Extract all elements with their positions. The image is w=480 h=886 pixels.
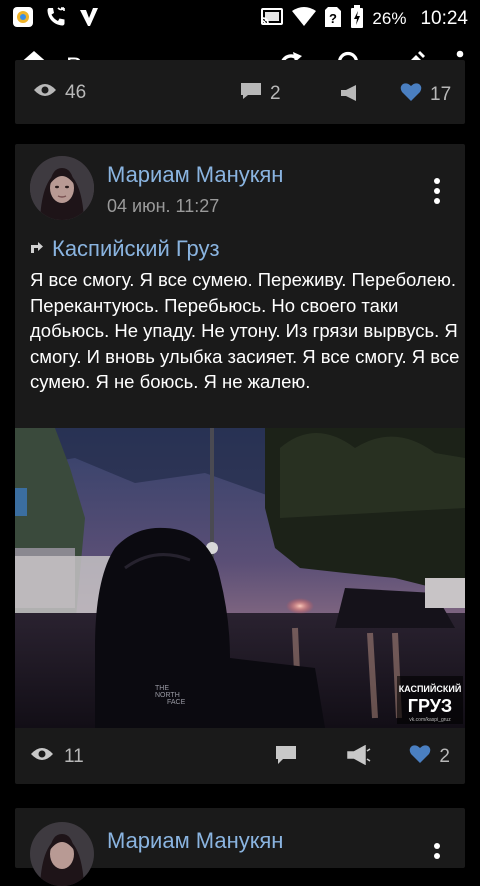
notification-icon <box>78 6 100 33</box>
comment-icon[interactable] <box>275 745 297 770</box>
jacket-brand-line3: FACE <box>167 699 186 706</box>
author-name[interactable]: Мариам Манукян <box>107 162 283 188</box>
watermark-url: vk.com/kaspi_gruz <box>409 717 451 723</box>
like-icon[interactable] <box>400 82 422 108</box>
cast-icon <box>260 7 284 32</box>
clock: 10:24 <box>420 8 468 29</box>
post-stats: 11 2 <box>30 742 450 772</box>
post-date: 04 июн. 11:27 <box>107 196 220 216</box>
post-menu-icon[interactable] <box>433 177 441 210</box>
no-sim-icon: ? <box>324 6 342 33</box>
views-icon <box>33 82 57 104</box>
watermark-line2: ГРУЗ <box>408 696 452 716</box>
jacket-brand-line1: THE <box>155 685 169 692</box>
battery-percent: 26% <box>372 9 407 28</box>
watermark-line1: КАСПИЙСКИЙ <box>399 683 462 694</box>
views-count: 11 <box>64 746 84 767</box>
post-text: Я все смогу. Я все сумею. Переживу. Пере… <box>30 269 460 392</box>
status-bar: ? 26% 10:24 <box>0 0 480 38</box>
browser-icon <box>12 6 34 33</box>
post-card: Мариам Манукян 04 июн. 11:27 Каспийский … <box>15 144 465 784</box>
repost-source[interactable]: Каспийский Груз <box>30 236 220 262</box>
views-count: 46 <box>65 82 87 103</box>
jacket-brand-line2: NORTH <box>155 692 180 699</box>
wifi-icon <box>292 6 317 32</box>
repost-icon <box>30 240 44 259</box>
avatar[interactable] <box>30 822 94 886</box>
likes-count: 2 <box>439 746 450 767</box>
missed-call-icon <box>44 5 68 34</box>
battery-icon <box>350 4 364 34</box>
like-icon[interactable] <box>409 744 431 770</box>
previous-post-card: 46 2 17 <box>15 60 465 124</box>
watermark-logo: КАСПИЙСКИЙ ГРУЗ vk.com/kaspi_gruz <box>397 676 463 724</box>
svg-text:?: ? <box>329 11 337 26</box>
share-icon[interactable] <box>340 84 362 107</box>
comment-icon[interactable] <box>240 82 262 106</box>
post-photo[interactable]: THE NORTH FACE КАСПИЙСКИЙ ГРУЗ vk.com/ka… <box>15 428 465 728</box>
post-menu-icon[interactable] <box>433 842 441 875</box>
likes-count: 17 <box>430 84 452 105</box>
next-post-card: Мариам Манукян <box>15 808 465 886</box>
repost-source-name[interactable]: Каспийский Груз <box>52 236 220 262</box>
author-name[interactable]: Мариам Манукян <box>107 828 283 854</box>
share-icon[interactable] <box>347 744 371 770</box>
views-icon <box>30 746 54 768</box>
avatar[interactable] <box>30 156 94 220</box>
comments-count: 2 <box>270 83 281 104</box>
